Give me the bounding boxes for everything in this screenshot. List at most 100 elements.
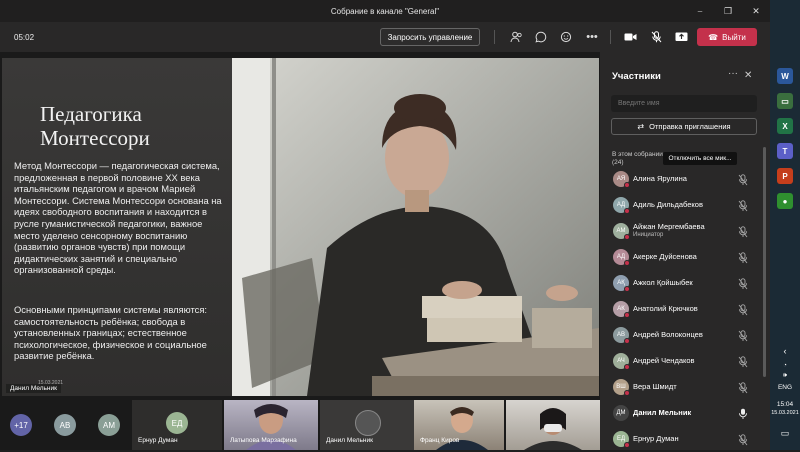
mic-muted-icon[interactable] [738,329,748,342]
avatar [355,410,381,436]
avatar[interactable]: АВ [54,414,76,436]
participant-row[interactable]: ДМ Данил Мельник [600,400,770,426]
participant-row[interactable]: ЕД Ернур Думан [600,426,770,452]
panel-title: Участники [612,71,661,82]
request-control-button[interactable]: Запросить управление [380,28,480,46]
panel-close-icon[interactable]: ✕ [744,70,752,81]
participant-name: Адиль Дильдабеков [633,200,703,209]
meeting-timer: 05:02 [14,32,35,42]
mic-icon[interactable] [738,407,748,419]
excel-app-icon[interactable]: X [777,118,793,134]
mic-muted-icon[interactable] [738,277,748,290]
mic-muted-icon[interactable] [738,381,748,394]
status-dot [624,338,630,344]
avatar: АЧ [613,353,630,370]
participant-row[interactable]: АД Акерке Дуйсенова [600,244,770,270]
participant-row[interactable]: АЯ Алина Ярулина [600,166,770,192]
language-indicator[interactable]: ENG [770,384,800,391]
avatar: ВШ [613,379,630,396]
chat-icon[interactable] [533,29,549,45]
participant-tile[interactable] [506,400,600,450]
participant-name: Андрей Чендаков [633,356,695,365]
leave-button[interactable]: ☎ Выйти [697,28,757,46]
mic-muted-icon[interactable] [738,251,748,264]
tray-chevron-icon[interactable]: ‹ [770,346,800,356]
participant-video [524,408,582,450]
overflow-participants-badge[interactable]: +17 [10,414,32,436]
avatar: ЕД [166,412,188,434]
participant-name: Айжан Мергембаева [633,222,705,231]
teams-app-icon[interactable]: T [777,143,793,159]
participant-tile-name: Данил Мельник [326,437,373,444]
slide-title: Педагогика Монтессори [40,102,150,150]
participant-name: Акерке Дуйсенова [633,252,697,261]
share-link-icon: ⇄ [637,122,645,131]
leave-button-label: Выйти [722,32,746,42]
participant-name: Анатолий Крючков [633,304,698,313]
participant-tile[interactable]: Латыпова Марзафина [224,400,318,450]
status-dot [624,182,630,188]
camera-icon[interactable] [622,29,638,45]
maximize-icon[interactable]: ❐ [714,6,742,17]
mic-muted-icon[interactable] [738,355,748,368]
clock-date[interactable]: 15.03.2021 [770,410,800,416]
participant-name: Алина Ярулина [633,174,687,183]
window-title: Собрание в канале "General" [330,6,440,16]
avatar: АД [613,197,630,214]
status-dot [624,390,630,396]
panel-more-icon[interactable]: ··· [728,68,738,79]
avatar[interactable]: АМ [98,414,120,436]
wifi-icon[interactable]: ◔ [770,362,800,369]
avatar: АВ [613,327,630,344]
participant-row[interactable]: АҚ Ажкол Қойшыбек [600,270,770,296]
mic-muted-icon[interactable] [738,303,748,316]
volume-icon[interactable]: 🕪 [770,372,800,380]
os-taskbar: W ▭ X T P ● ‹ ◔ 🕪 ENG 15:04 15.03.2021 ▭ [770,0,800,450]
participant-role: Инициатор [633,232,664,238]
participant-row[interactable]: АВ Андрей Волоконцев [600,322,770,348]
mic-muted-icon[interactable] [738,225,748,238]
minimize-icon[interactable]: ⎯ [686,6,714,17]
slide-text-area: Педагогика Монтессори Метод Монтессори —… [2,58,232,396]
mic-muted-icon[interactable] [738,199,748,212]
window-controls: ⎯ ❐ ✕ [686,0,770,22]
mic-muted-icon[interactable] [648,29,664,45]
participant-name: Ажкол Қойшыбек [633,278,693,287]
panel-scrollbar[interactable] [763,147,766,377]
participant-tile[interactable]: ЕД Ернур Думан [132,400,222,450]
participant-row[interactable]: ВШ Вера Шмидт [600,374,770,400]
toolbar-divider [494,30,495,44]
participant-row[interactable]: АЧ Андрей Чендаков [600,348,770,374]
reactions-icon[interactable] [558,29,574,45]
slide-paragraph-2: Основными принципами системы являются: с… [14,304,208,362]
participant-search-input[interactable] [611,95,757,112]
participant-name: Андрей Волоконцев [633,330,703,339]
chrome-app-icon[interactable]: ● [777,193,793,209]
mic-muted-icon[interactable] [738,173,748,186]
word-app-icon[interactable]: W [777,68,793,84]
participant-row[interactable]: АМ Айжан Мергембаева Инициатор [600,218,770,244]
participant-tile[interactable]: Франц Киров [414,400,504,450]
participant-row[interactable]: АК Анатолий Крючков [600,296,770,322]
share-screen-icon[interactable] [673,29,689,45]
share-invite-button[interactable]: ⇄ Отправка приглашения [611,118,757,135]
presenter-name-tag: Данил Мельник [6,384,61,393]
avatar: АД [613,249,630,266]
powerpoint-app-icon[interactable]: P [777,168,793,184]
participant-tile-name: Франц Киров [420,437,460,444]
shared-content-stage: Педагогика Монтессори Метод Монтессори —… [0,52,600,450]
mic-muted-icon[interactable] [738,433,748,446]
status-dot [624,234,630,240]
status-dot [624,286,630,292]
participant-row[interactable]: АД Адиль Дильдабеков [600,192,770,218]
mute-all-tooltip[interactable]: Отключить все мик... [663,152,737,165]
participants-icon[interactable] [508,29,524,45]
participant-tile[interactable]: Данил Мельник [320,400,414,450]
notifications-icon[interactable]: ▭ [770,428,800,439]
clock-time[interactable]: 15:04 [770,401,800,408]
participant-name: Вера Шмидт [633,382,677,391]
app-icon[interactable]: ▭ [777,93,793,109]
section-header[interactable]: В этом собрании [612,151,663,158]
close-icon[interactable]: ✕ [742,6,770,17]
more-options-icon[interactable]: ••• [584,29,600,45]
